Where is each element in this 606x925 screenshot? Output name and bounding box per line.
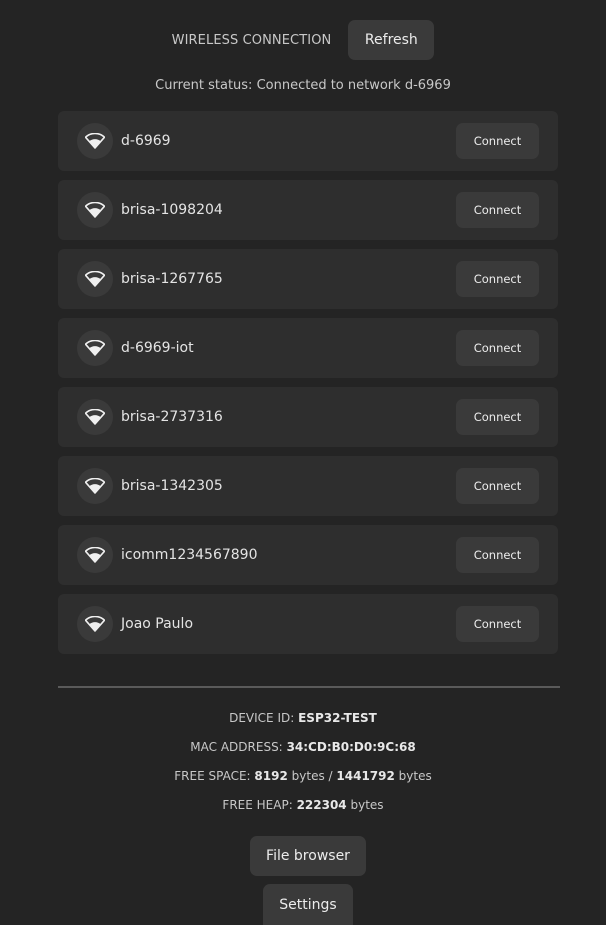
page-title: WIRELESS CONNECTION — [171, 32, 332, 48]
network-item: d-6969 Connect — [58, 111, 558, 171]
network-name: icomm1234567890 — [121, 547, 258, 563]
wifi-icon — [77, 330, 113, 366]
connect-button[interactable]: Connect — [456, 399, 539, 435]
network-item: brisa-1098204 Connect — [58, 180, 558, 240]
network-item: d-6969-iot Connect — [58, 318, 558, 378]
network-name: brisa-1098204 — [121, 202, 223, 218]
connect-button[interactable]: Connect — [456, 123, 539, 159]
free-space-used: 8192 — [254, 769, 288, 783]
wifi-icon — [77, 468, 113, 504]
wifi-icon — [77, 192, 113, 228]
free-heap-value: 222304 — [296, 798, 347, 812]
network-name: Joao Paulo — [121, 616, 194, 632]
device-id-value: ESP32-TEST — [298, 711, 377, 725]
device-id-label: DEVICE ID: — [229, 711, 295, 725]
header: WIRELESS CONNECTION Refresh — [0, 20, 606, 60]
free-space-label: FREE SPACE: — [174, 769, 251, 783]
network-item: icomm1234567890 Connect — [58, 525, 558, 585]
connect-button[interactable]: Connect — [456, 606, 539, 642]
mac-address-line: MAC ADDRESS: 34:CD:B0:D0:9C:68 — [0, 740, 606, 754]
connect-button[interactable]: Connect — [456, 468, 539, 504]
network-name: d-6969 — [121, 133, 171, 149]
free-heap-label: FREE HEAP: — [222, 798, 293, 812]
connection-status: Current status: Connected to network d-6… — [155, 78, 451, 93]
device-id-line: DEVICE ID: ESP32-TEST — [0, 711, 606, 725]
network-name: d-6969-iot — [121, 340, 194, 356]
free-space-line: FREE SPACE: 8192 bytes / 1441792 bytes — [0, 769, 606, 783]
network-name: brisa-1267765 — [121, 271, 223, 287]
free-heap-line: FREE HEAP: 222304 bytes — [0, 798, 606, 812]
file-browser-button[interactable]: File browser — [250, 836, 366, 876]
network-name: brisa-1342305 — [121, 478, 223, 494]
wifi-icon — [77, 606, 113, 642]
page: WIRELESS CONNECTION Refresh Current stat… — [0, 0, 606, 925]
wifi-icon — [77, 399, 113, 435]
wifi-icon — [77, 261, 113, 297]
wifi-icon — [77, 123, 113, 159]
network-item: Joao Paulo Connect — [58, 594, 558, 654]
free-space-total: 1441792 — [336, 769, 395, 783]
connect-button[interactable]: Connect — [456, 261, 539, 297]
network-list: d-6969 Connect brisa-1098204 Connect bri… — [58, 111, 558, 663]
network-item: brisa-1267765 Connect — [58, 249, 558, 309]
refresh-button[interactable]: Refresh — [348, 20, 435, 60]
network-item: brisa-2737316 Connect — [58, 387, 558, 447]
free-heap-unit: bytes — [350, 798, 384, 812]
network-item: brisa-1342305 Connect — [58, 456, 558, 516]
connect-button[interactable]: Connect — [456, 192, 539, 228]
mac-address-value: 34:CD:B0:D0:9C:68 — [286, 740, 416, 754]
wifi-icon — [77, 537, 113, 573]
network-name: brisa-2737316 — [121, 409, 223, 425]
section-divider — [58, 686, 560, 688]
settings-button[interactable]: Settings — [263, 884, 353, 925]
connect-button[interactable]: Connect — [456, 330, 539, 366]
mac-address-label: MAC ADDRESS: — [190, 740, 283, 754]
free-space-separator: bytes / — [291, 769, 333, 783]
connect-button[interactable]: Connect — [456, 537, 539, 573]
free-space-unit: bytes — [398, 769, 432, 783]
